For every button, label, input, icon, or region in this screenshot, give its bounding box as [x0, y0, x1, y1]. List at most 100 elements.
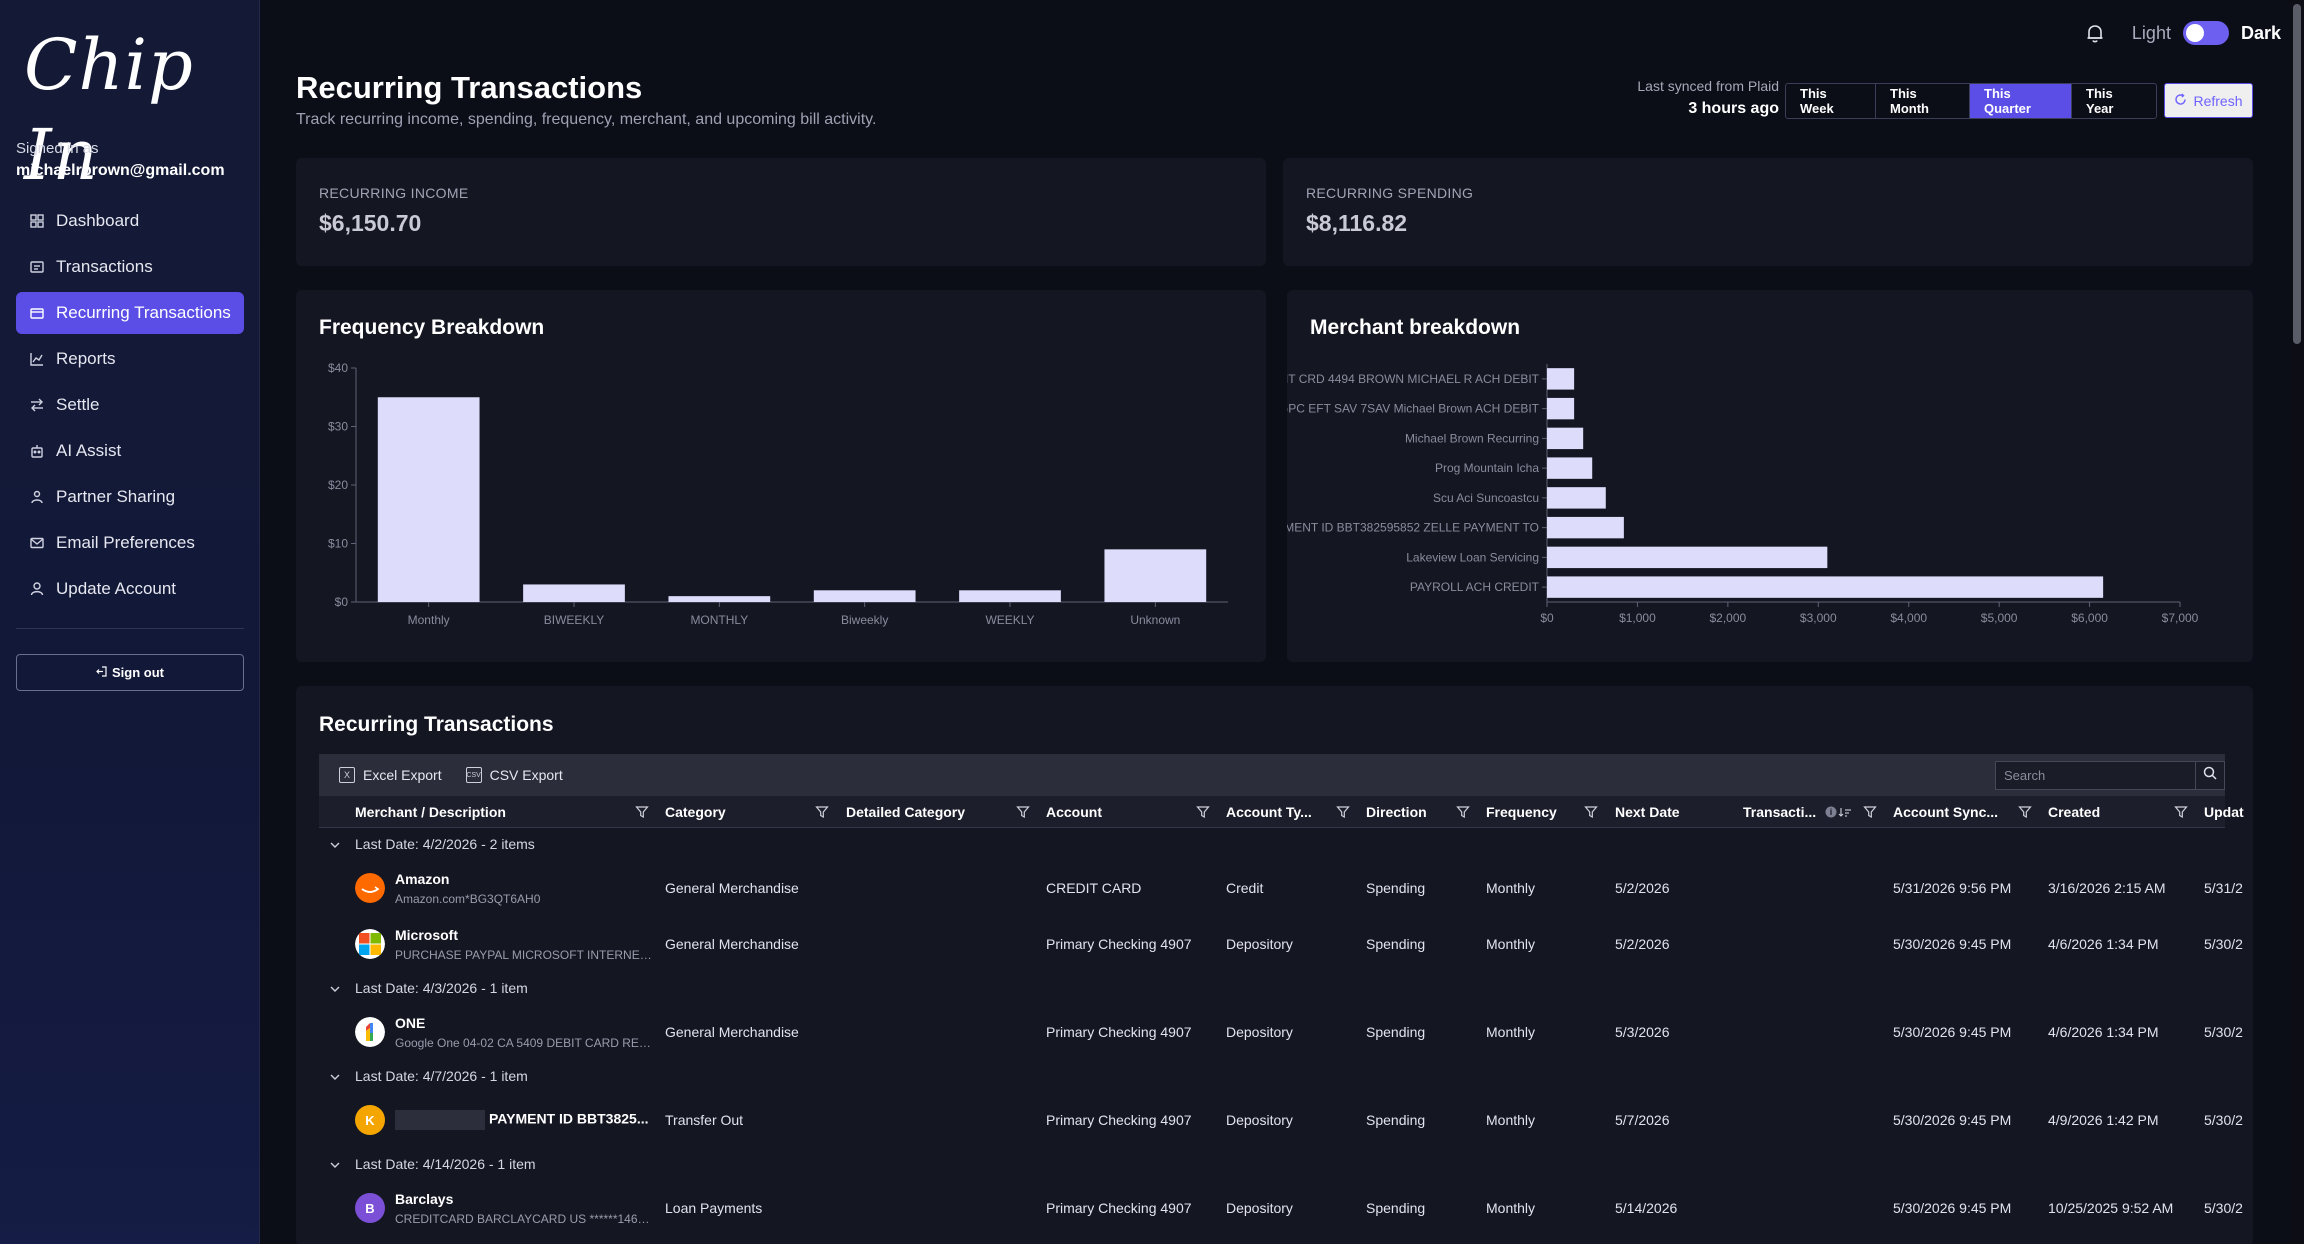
theme-dark-label[interactable]: Dark: [2241, 23, 2281, 44]
sign-out-button[interactable]: Sign out: [16, 654, 244, 691]
group-row[interactable]: Last Date: 4/14/2026 - 1 item: [319, 1148, 2225, 1180]
frequency-bar[interactable]: [377, 397, 480, 602]
bell-icon[interactable]: [2084, 22, 2106, 44]
column-header[interactable]: Category: [665, 796, 835, 828]
group-row[interactable]: Last Date: 4/3/2026 - 1 item: [319, 972, 2225, 1004]
chevron-down-icon[interactable]: [329, 1158, 341, 1170]
detailed-cell: [846, 860, 1036, 916]
mail-icon: [28, 534, 46, 552]
table-row[interactable]: B Barclays CREDITCARD BARCLAYCARD US *****…: [319, 1180, 2243, 1236]
theme-light-label[interactable]: Light: [2132, 23, 2171, 44]
column-header[interactable]: Next Date: [1615, 796, 1733, 828]
x-tick-label: $1,000: [1619, 611, 1656, 625]
page-scrollbar[interactable]: [2290, 0, 2304, 1244]
search-input[interactable]: [1995, 761, 2195, 790]
column-header[interactable]: Detailed Category: [846, 796, 1036, 828]
account-cell: Primary Checking 4907: [1046, 936, 1192, 952]
frequency-bar[interactable]: [523, 584, 625, 602]
table-row[interactable]: Amazon Amazon.com*BG3QT6AH0 General Mercha…: [319, 860, 2243, 916]
merchant-bar[interactable]: [1547, 368, 1575, 390]
refresh-icon: [2174, 93, 2187, 109]
filter-icon[interactable]: [1336, 805, 1350, 819]
filter-icon[interactable]: [1016, 805, 1030, 819]
frequency-bar[interactable]: [959, 590, 1061, 602]
merchant-bar[interactable]: [1547, 516, 1624, 539]
info-sort-icon[interactable]: i: [1825, 805, 1855, 822]
sidebar: Chip In Signed in as michaelrbrown@gmail…: [0, 0, 260, 1244]
range-this-year[interactable]: This Year: [2072, 84, 2156, 118]
column-header[interactable]: Frequency: [1486, 796, 1604, 828]
column-header[interactable]: Created: [2048, 796, 2194, 828]
x-tick-label: BIWEEKLY: [544, 613, 604, 627]
range-this-quarter[interactable]: This Quarter: [1970, 84, 2072, 118]
chevron-down-icon[interactable]: [329, 1070, 341, 1082]
theme-toggle[interactable]: [2182, 21, 2229, 45]
merchant-bar[interactable]: [1547, 397, 1575, 420]
frequency-bar[interactable]: [1104, 549, 1207, 602]
column-header[interactable]: Transacti... i: [1743, 796, 1883, 828]
merchant-bar[interactable]: [1547, 576, 2104, 598]
filter-icon[interactable]: [1196, 805, 1210, 819]
sidebar-item-email-preferences[interactable]: Email Preferences: [16, 522, 244, 564]
scrollbar-thumb[interactable]: [2293, 4, 2301, 344]
column-header-label: Detailed Category: [846, 804, 966, 820]
trans-cell: [1743, 860, 1883, 916]
filter-icon[interactable]: [1584, 805, 1598, 819]
sidebar-item-transactions[interactable]: Transactions: [16, 246, 244, 288]
group-row[interactable]: Last Date: 4/2/2026 - 2 items: [319, 828, 2225, 860]
chevron-down-icon[interactable]: [329, 838, 341, 850]
x-tick-label: $4,000: [1890, 611, 1927, 625]
frequency-bar[interactable]: [813, 590, 916, 602]
filter-icon[interactable]: [635, 805, 649, 819]
filter-icon[interactable]: [2174, 805, 2188, 819]
category-cell: General Merchandise: [665, 1024, 799, 1040]
merchant-bar[interactable]: [1547, 427, 1584, 450]
merchant-name: Microsoft: [395, 926, 458, 943]
merchant-description: CREDITCARD BARCLAYCARD US ******1468 R..…: [395, 1211, 655, 1226]
page-subtitle: Track recurring income, spending, freque…: [296, 111, 877, 128]
column-header[interactable]: Account: [1046, 796, 1216, 828]
table-row[interactable]: Microsoft PURCHASE PAYPAL MICROSOFT INTER…: [319, 916, 2243, 972]
column-header[interactable]: Account Sync...: [1893, 796, 2038, 828]
sidebar-item-update-account[interactable]: Update Account: [16, 568, 244, 610]
sidebar-item-label: Transactions: [56, 257, 153, 276]
x-tick-label: $3,000: [1800, 611, 1837, 625]
sidebar-item-label: AI Assist: [56, 441, 122, 460]
merchant-description: Google One 04-02 CA 5409 DEBIT CARD REC.…: [395, 1035, 655, 1050]
date-range-selector: This Week This Month This Quarter This Y…: [1785, 83, 2157, 119]
group-row[interactable]: Last Date: 4/7/2026 - 1 item: [319, 1060, 2225, 1092]
sidebar-item-reports[interactable]: Reports: [16, 338, 244, 380]
sidebar-item-dashboard[interactable]: Dashboard: [16, 200, 244, 242]
sidebar-item-ai-assist[interactable]: AI Assist: [16, 430, 244, 472]
frequency-cell: Monthly: [1486, 1024, 1536, 1040]
merchant-bar[interactable]: [1547, 457, 1593, 479]
table-row[interactable]: K PAYMENT ID BBT3825... Transfer Out Primar…: [319, 1092, 2243, 1148]
sidebar-item-settle[interactable]: Settle: [16, 384, 244, 426]
filter-icon[interactable]: [2018, 805, 2032, 819]
frequency-bar[interactable]: [668, 596, 771, 602]
search-button[interactable]: [2195, 761, 2225, 790]
merchant-bar[interactable]: [1547, 546, 1828, 569]
merchant-bar[interactable]: [1547, 487, 1606, 509]
filter-icon[interactable]: [1456, 805, 1470, 819]
excel-export-button[interactable]: X Excel Export: [339, 767, 442, 783]
sign-out-label: Sign out: [112, 665, 164, 680]
chevron-down-icon[interactable]: [329, 982, 341, 994]
range-this-week[interactable]: This Week: [1786, 84, 1876, 118]
refresh-button[interactable]: Refresh: [2164, 83, 2253, 118]
group-label: Last Date: 4/14/2026 - 1 item: [355, 1156, 536, 1172]
column-header[interactable]: Direction: [1366, 796, 1476, 828]
filter-icon[interactable]: [815, 805, 829, 819]
sidebar-item-recurring-transactions[interactable]: Recurring Transactions: [16, 292, 244, 334]
column-header[interactable]: Account Ty...: [1226, 796, 1356, 828]
table-row[interactable]: ONE Google One 04-02 CA 5409 DEBIT CARD R…: [319, 1004, 2243, 1060]
column-header[interactable]: Merchant / Description: [355, 796, 655, 828]
filter-icon[interactable]: [1863, 805, 1877, 819]
created-cell: 4/6/2026 1:34 PM: [2048, 1024, 2159, 1040]
column-header[interactable]: Updat: [2204, 796, 2253, 828]
range-this-month[interactable]: This Month: [1876, 84, 1970, 118]
created-cell: 3/16/2026 2:15 AM: [2048, 880, 2166, 896]
column-header-label: Created: [2048, 804, 2101, 820]
csv-export-button[interactable]: CSV CSV Export: [465, 767, 563, 783]
sidebar-item-partner-sharing[interactable]: Partner Sharing: [16, 476, 244, 518]
